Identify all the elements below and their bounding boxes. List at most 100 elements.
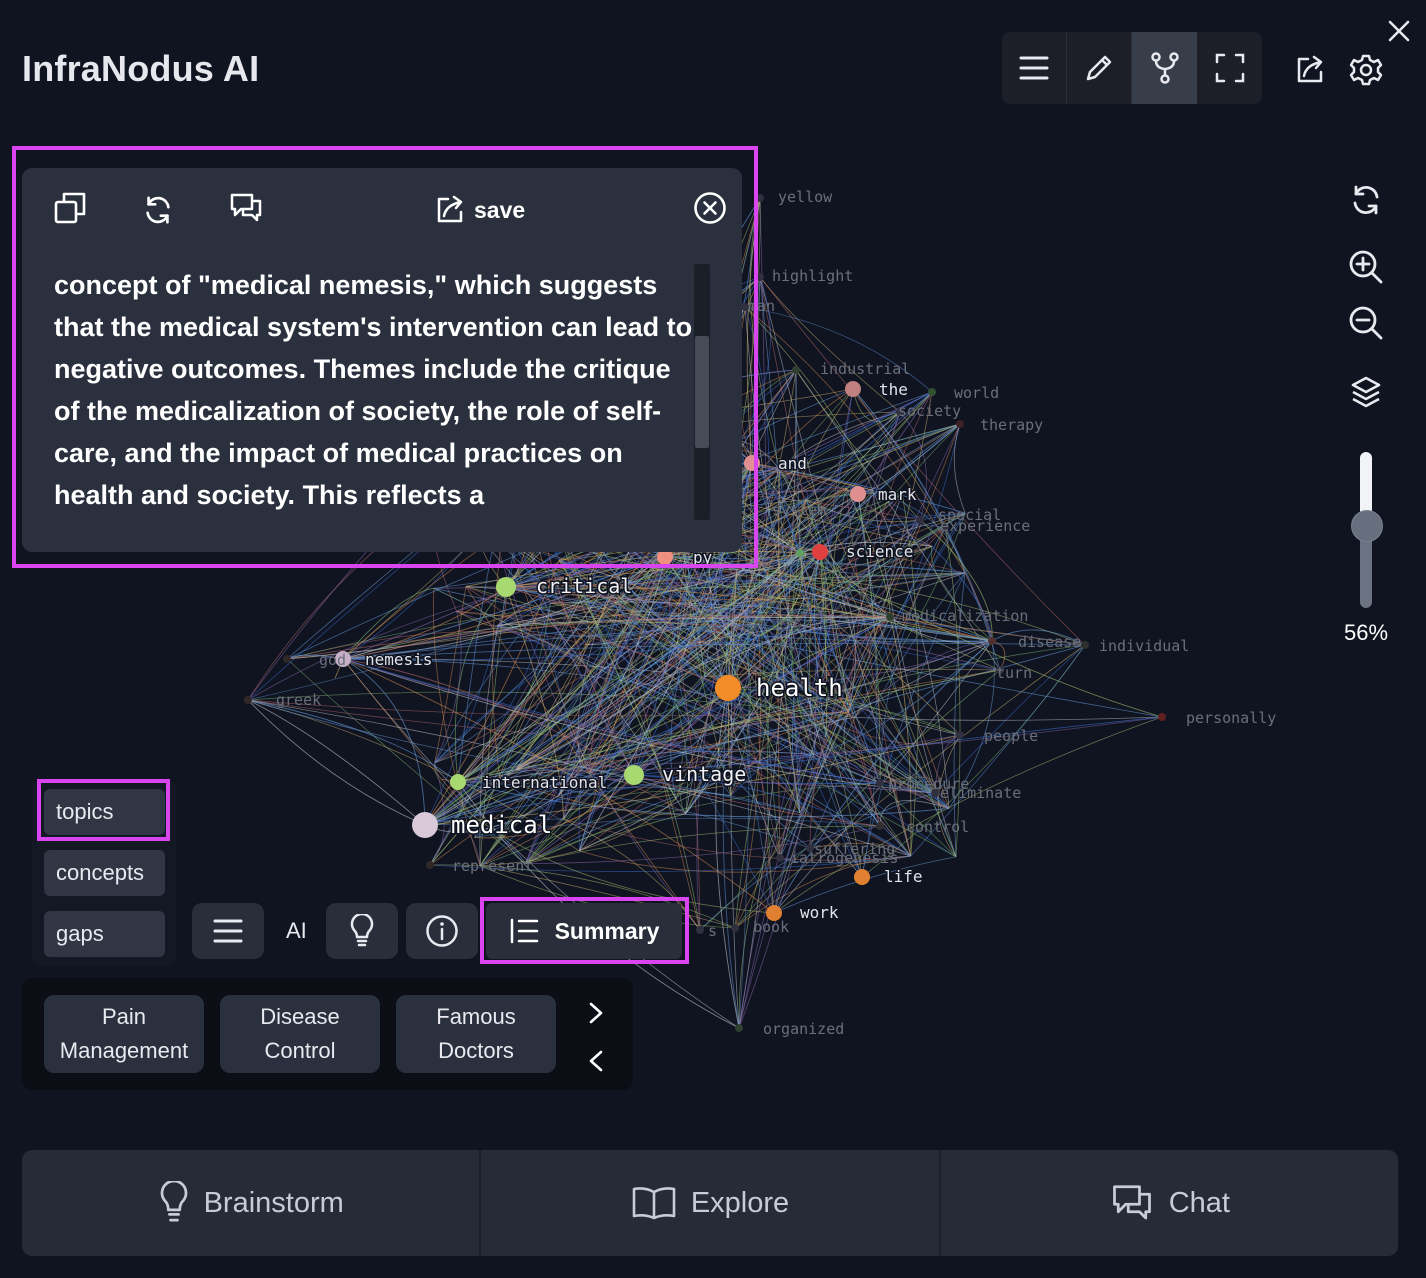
reload-graph-button[interactable] [1346,180,1386,220]
graph-node-personally[interactable] [1158,713,1166,721]
graph-node-label-therapy[interactable]: therapy [980,416,1043,434]
graph-node-people[interactable] [956,731,964,739]
graph-node-label-s[interactable]: s [708,922,717,940]
next-topics-button[interactable] [582,999,610,1027]
graph-node-represent[interactable] [426,861,434,869]
graph-node-label-medical[interactable]: medical [450,810,554,841]
graph-node-label-highlight[interactable]: highlight [772,267,853,285]
graph-node-label-control[interactable]: control [906,818,969,836]
graph-node-therapy[interactable] [956,420,964,428]
graph-node-special[interactable] [916,516,924,524]
fullscreen-button[interactable] [1197,32,1262,104]
graph-node-the[interactable] [845,381,861,397]
graph-node-organized[interactable] [735,1024,743,1032]
graph-node-individual[interactable] [1081,641,1089,649]
graph-node-eliminate[interactable] [931,789,939,797]
graph-edge [953,423,966,514]
graph-node-god[interactable] [283,655,291,663]
graph-node-label-world[interactable]: world [954,384,999,402]
topic-chip-disease-control[interactable]: Disease Control [220,995,380,1073]
prev-topics-button[interactable] [582,1047,610,1075]
concepts-button[interactable]: concepts [44,850,165,896]
graph-node-medicalization[interactable] [886,613,894,621]
graph-node-greek[interactable] [244,696,252,704]
graph-node-label-medicalization[interactable]: medicalization [902,607,1028,625]
graph-view-button[interactable] [1132,32,1197,104]
zoom-out-button[interactable] [1346,303,1386,343]
layers-button[interactable] [1346,372,1386,412]
gear-icon [1349,54,1383,86]
refresh-icon [1353,185,1379,215]
graph-node-label-and[interactable]: and [777,453,809,475]
graph-node-label-eliminate[interactable]: eliminate [940,784,1021,802]
graph-node-label-iatrogenesis[interactable]: iatrogenesis [790,849,898,867]
zoom-in-icon [1349,250,1383,284]
graph-node-health[interactable] [715,675,741,701]
graph-node-disease[interactable] [988,637,996,645]
bottom-action-bar: Brainstorm Explore Chat [22,1150,1398,1256]
topic-chip-famous-doctors[interactable]: Famous Doctors [396,995,556,1073]
zoom-in-button[interactable] [1346,247,1386,287]
graph-node-medical[interactable] [412,812,438,838]
zoom-slider-handle[interactable] [1351,510,1383,542]
graph-node-label-god[interactable]: god [319,651,346,669]
graph-node-label-greek[interactable]: greek [276,691,321,709]
graph-node-label-society[interactable]: society [898,402,961,420]
graph-node-critical[interactable] [496,577,516,597]
graph-node-label-special[interactable]: special [938,506,1001,524]
graph-node-label-nemesis[interactable]: nemesis [364,649,434,671]
graph-node-label-international[interactable]: international [481,772,609,794]
graph-node-mark[interactable] [850,486,866,502]
info-button[interactable] [406,903,478,959]
graph-node-label-disease[interactable]: disease [1018,633,1081,651]
graph-branch-icon [1150,52,1179,84]
share-button[interactable] [1290,50,1330,90]
fullscreen-icon [1215,53,1244,83]
graph-node-label-science[interactable]: science [845,541,915,563]
graph-node-label-industrial[interactable]: industrial [820,360,910,378]
graph-node-label-work[interactable]: work [799,902,841,924]
graph-node-label-turn[interactable]: turn [996,664,1032,682]
chat-button[interactable]: Chat [941,1150,1398,1256]
lightbulb-icon [350,914,374,947]
graph-node-label-system[interactable]: system [772,501,826,519]
graph-node-international[interactable] [450,774,466,790]
graph-node-label-vintage[interactable]: vintage [661,761,748,788]
graph-node-iatrogenesis[interactable] [776,854,784,862]
graph-node-label-personally[interactable]: personally [1186,709,1276,727]
graph-node-book[interactable] [731,924,739,932]
graph-edge [247,699,426,826]
ideas-button[interactable] [326,903,398,959]
graph-node-label-people[interactable]: people [984,727,1038,745]
graph-node-label-the[interactable]: the [878,379,910,401]
topic-chip-pain-management[interactable]: Pain Management [44,995,204,1073]
topics-highlight-frame [37,779,170,841]
graph-node-industrial[interactable] [792,366,800,374]
explore-button[interactable]: Explore [481,1150,941,1256]
graph-node-label-mark[interactable]: mark [877,484,919,506]
settings-button[interactable] [1346,50,1386,90]
graph-node-label-individual[interactable]: individual [1099,637,1189,655]
graph-node-science[interactable] [812,544,828,560]
graph-node-label-organized[interactable]: organized [763,1020,844,1038]
brainstorm-button[interactable]: Brainstorm [22,1150,482,1256]
graph-node-label-health[interactable]: health [755,673,845,704]
graph-node-label-yellow[interactable]: yellow [778,188,833,206]
graph-node-control[interactable] [876,822,884,830]
graph-node-label-critical[interactable]: critical [535,573,634,600]
graph-node-procedure[interactable] [876,779,884,787]
layers-icon [1351,376,1381,408]
close-button[interactable] [1384,16,1414,46]
graph-node-label-book[interactable]: book [753,918,789,936]
graph-node-system[interactable] [796,549,804,557]
gaps-button[interactable]: gaps [44,911,165,957]
graph-node-life[interactable] [854,869,870,885]
graph-node-vintage[interactable] [624,765,644,785]
menu-button[interactable] [1002,32,1067,104]
edit-button[interactable] [1067,32,1132,104]
graph-node-label-represent[interactable]: represent [452,857,533,875]
graph-node-label-life[interactable]: life [883,866,925,888]
graph-node-world[interactable] [928,388,936,396]
graph-node-s[interactable] [696,926,704,934]
list-button[interactable] [192,903,264,959]
